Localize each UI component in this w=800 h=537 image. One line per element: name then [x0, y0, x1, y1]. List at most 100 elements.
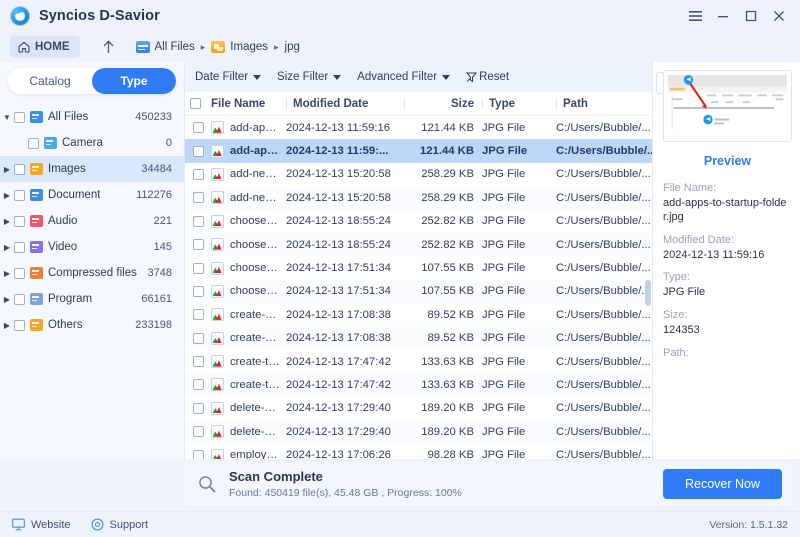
checkbox[interactable]	[193, 216, 204, 227]
recover-now-button[interactable]: Recover Now	[663, 469, 782, 499]
file-list-scrollbar[interactable]	[645, 118, 651, 457]
caret-down-icon[interactable]: ▼	[0, 113, 14, 122]
checkbox[interactable]	[14, 190, 25, 201]
checkbox[interactable]	[14, 216, 25, 227]
checkbox[interactable]	[193, 403, 204, 414]
table-row[interactable]: choose-a-custom-folde...2024-12-13 18:55…	[185, 233, 652, 256]
sidebar-item-all-files[interactable]: ▼All Files450233	[0, 104, 184, 130]
sidebar-item-others[interactable]: ▶Others233198	[0, 312, 184, 338]
minimize-button[interactable]	[710, 4, 736, 28]
sidebar-view-toggle[interactable]: Catalog Type	[8, 68, 176, 94]
table-row[interactable]: add-apps-to-startup-fol...2024-12-13 11:…	[185, 116, 652, 139]
date-filter-button[interactable]: Date Filter	[195, 71, 261, 83]
support-button[interactable]: Support	[91, 518, 149, 531]
breadcrumb-item-all-files[interactable]: All Files	[136, 41, 195, 53]
column-path[interactable]: Path	[556, 98, 652, 110]
caret-right-icon[interactable]: ▶	[0, 269, 14, 278]
caret-right-icon[interactable]: ▶	[0, 191, 14, 200]
preview-thumbnail[interactable]	[663, 70, 792, 142]
reset-button[interactable]: Reset	[466, 71, 509, 83]
table-row[interactable]: add-new-item-to-startu...2024-12-13 15:2…	[185, 186, 652, 209]
sidebar-item-video[interactable]: ▶Video145	[0, 234, 184, 260]
sidebar-item-document[interactable]: ▶Document112276	[0, 182, 184, 208]
column-type[interactable]: Type	[482, 98, 556, 110]
row-checkbox[interactable]	[185, 403, 211, 414]
file-list[interactable]: add-apps-to-startup-fol...2024-12-13 11:…	[185, 116, 652, 459]
caret-right-icon[interactable]: ▶	[0, 243, 14, 252]
sidebar-item-program[interactable]: ▶Program66161	[0, 286, 184, 312]
checkbox[interactable]	[193, 426, 204, 437]
close-button[interactable]	[766, 4, 792, 28]
table-row[interactable]: add-apps-to-startup-f...2024-12-13 11:59…	[185, 139, 652, 162]
row-checkbox[interactable]	[185, 263, 211, 274]
checkbox[interactable]	[14, 242, 25, 253]
column-file-name[interactable]: File Name	[211, 98, 286, 110]
table-row[interactable]: choose-a-program-via-...2024-12-13 17:51…	[185, 280, 652, 303]
checkbox[interactable]	[193, 379, 204, 390]
advanced-filter-button[interactable]: Advanced Filter	[357, 71, 450, 83]
size-filter-button[interactable]: Size Filter	[277, 71, 341, 83]
table-row[interactable]: employ-bat-file-add-a...2024-12-13 17:06…	[185, 443, 652, 459]
checkbox[interactable]	[193, 263, 204, 274]
row-checkbox[interactable]	[185, 450, 211, 459]
table-row[interactable]: choose-a-custom-folde...2024-12-13 18:55…	[185, 210, 652, 233]
row-checkbox[interactable]	[185, 146, 211, 157]
checkbox[interactable]	[193, 450, 204, 459]
checkbox[interactable]	[193, 356, 204, 367]
scrollbar-thumb[interactable]	[645, 280, 651, 306]
row-checkbox[interactable]	[185, 286, 211, 297]
checkbox[interactable]	[14, 164, 25, 175]
checkbox[interactable]	[193, 146, 204, 157]
table-row[interactable]: create-bat-file.jpg2024-12-13 17:08:3889…	[185, 327, 652, 350]
checkbox[interactable]	[193, 169, 204, 180]
checkbox[interactable]	[193, 239, 204, 250]
caret-right-icon[interactable]: ▶	[0, 321, 14, 330]
home-button[interactable]: HOME	[10, 36, 80, 58]
checkbox[interactable]	[190, 98, 201, 109]
menu-button[interactable]	[682, 4, 708, 28]
caret-right-icon[interactable]: ▶	[0, 295, 14, 304]
table-row[interactable]: delete-app-delay-in-wi...2024-12-13 17:2…	[185, 397, 652, 420]
row-checkbox[interactable]	[185, 379, 211, 390]
checkbox[interactable]	[14, 320, 25, 331]
website-button[interactable]: Website	[12, 518, 71, 531]
row-checkbox[interactable]	[185, 426, 211, 437]
checkbox[interactable]	[14, 268, 25, 279]
table-row[interactable]: delete-app-delay-in-wi...2024-12-13 17:2…	[185, 420, 652, 443]
row-checkbox[interactable]	[185, 356, 211, 367]
sidebar-item-images[interactable]: ▶Images34484	[0, 156, 184, 182]
preview-button[interactable]: Preview	[663, 154, 792, 168]
column-modified-date[interactable]: Modified Date	[286, 98, 404, 110]
row-checkbox[interactable]	[185, 169, 211, 180]
column-size[interactable]: Size	[404, 98, 482, 110]
toggle-type[interactable]: Type	[92, 68, 176, 94]
breadcrumb-item-jpg[interactable]: jpg	[285, 41, 300, 53]
checkbox[interactable]	[193, 192, 204, 203]
select-all-checkbox[interactable]	[185, 98, 211, 109]
sidebar-item-audio[interactable]: ▶Audio221	[0, 208, 184, 234]
checkbox[interactable]	[193, 309, 204, 320]
checkbox[interactable]	[14, 294, 25, 305]
breadcrumb-item-images[interactable]: Images	[211, 41, 268, 53]
table-row[interactable]: choose-a-program-via-...2024-12-13 17:51…	[185, 256, 652, 279]
sidebar-item-compressed-files[interactable]: ▶Compressed files3748	[0, 260, 184, 286]
row-checkbox[interactable]	[185, 122, 211, 133]
row-checkbox[interactable]	[185, 239, 211, 250]
row-checkbox[interactable]	[185, 216, 211, 227]
sidebar-item-camera[interactable]: Camera0	[0, 130, 184, 156]
up-button[interactable]	[100, 37, 118, 57]
checkbox[interactable]	[193, 122, 204, 133]
checkbox[interactable]	[14, 112, 25, 123]
row-checkbox[interactable]	[185, 309, 211, 320]
checkbox[interactable]	[193, 286, 204, 297]
toggle-catalog[interactable]: Catalog	[8, 68, 92, 94]
caret-right-icon[interactable]: ▶	[0, 165, 14, 174]
table-row[interactable]: create-task-in-windows...2024-12-13 17:4…	[185, 373, 652, 396]
row-checkbox[interactable]	[185, 333, 211, 344]
maximize-button[interactable]	[738, 4, 764, 28]
row-checkbox[interactable]	[185, 192, 211, 203]
table-row[interactable]: create-task-in-windows...2024-12-13 17:4…	[185, 350, 652, 373]
caret-right-icon[interactable]: ▶	[0, 217, 14, 226]
checkbox[interactable]	[28, 138, 39, 149]
table-row[interactable]: add-new-item-to-startu...2024-12-13 15:2…	[185, 163, 652, 186]
